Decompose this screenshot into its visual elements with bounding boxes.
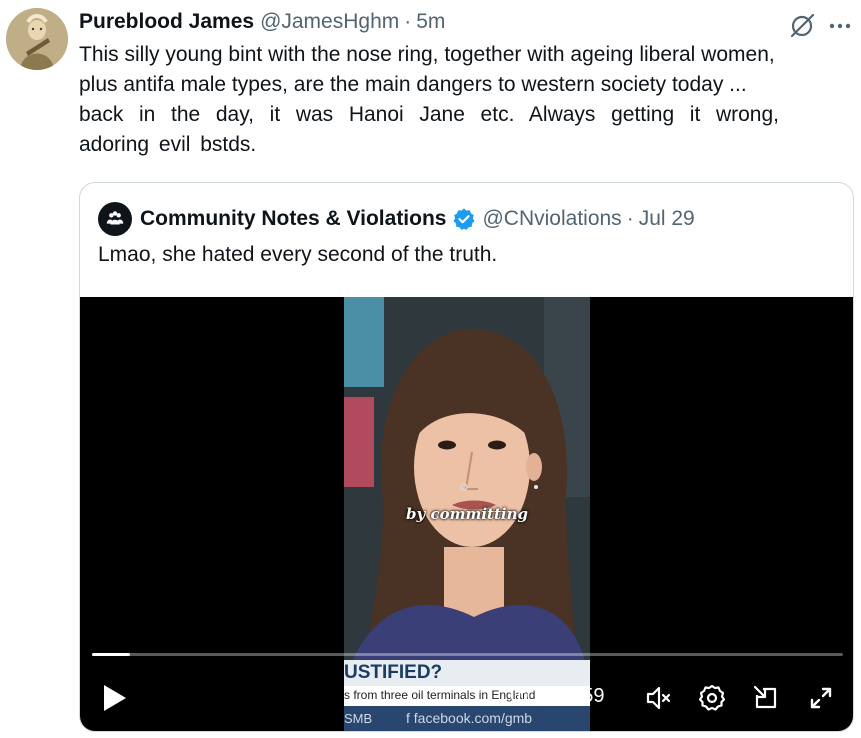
- post-header: Pureblood James @JamesHghm · 5m: [79, 10, 445, 38]
- author-name[interactable]: Pureblood James: [79, 10, 254, 34]
- lower-third-title: USTIFIED?: [344, 662, 443, 683]
- post-text-line: back in the day, it was Hanoi Jane etc. …: [79, 103, 779, 126]
- video-time-current: 0:03: [510, 685, 549, 707]
- video-time-total: 0:59: [565, 685, 605, 707]
- video-frame[interactable]: by committing USTIFIED? s from three oil…: [344, 297, 590, 731]
- video-time: 0:03 / 0:59: [510, 685, 605, 708]
- more-icon[interactable]: [826, 12, 854, 40]
- fullscreen-icon[interactable]: [806, 683, 836, 713]
- separator-dot: ·: [626, 207, 634, 230]
- separator-dot: ·: [404, 10, 412, 33]
- lower-third-subtitle: s from three oil terminals in England: [344, 688, 536, 702]
- grok-icon[interactable]: [788, 12, 816, 40]
- video-player[interactable]: by committing USTIFIED? s from three oil…: [80, 297, 853, 731]
- quote-author-handle[interactable]: @CNviolations: [482, 207, 621, 231]
- video-time-separator: /: [554, 685, 561, 707]
- quote-header: Community Notes & Violations @CNviolatio…: [98, 202, 695, 236]
- settings-icon[interactable]: [697, 683, 727, 713]
- lower-third-facebook: f facebook.com/gmb: [406, 710, 533, 726]
- author-handle[interactable]: @JamesHghm: [260, 10, 399, 34]
- quote-author-name[interactable]: Community Notes & Violations: [140, 207, 446, 231]
- quoted-post-card[interactable]: Community Notes & Violations @CNviolatio…: [79, 182, 854, 732]
- quote-text: Lmao, she hated every second of the trut…: [98, 243, 498, 266]
- avatar[interactable]: [6, 8, 68, 70]
- post-text-line: This silly young bint with the nose ring…: [79, 43, 775, 66]
- video-progress-fill: [92, 653, 130, 656]
- mute-icon[interactable]: [644, 683, 674, 713]
- post-text: This silly young bint with the nose ring…: [79, 40, 849, 160]
- community-notes-avatar-icon[interactable]: [98, 202, 132, 236]
- post-text-line: plus antifa male types, are the main dan…: [79, 73, 747, 96]
- verified-badge-icon: [453, 208, 475, 230]
- play-icon[interactable]: [100, 682, 130, 714]
- video-subtitle: by committing: [406, 505, 528, 523]
- post-text-line: adoring evil bstds.: [79, 133, 257, 156]
- pip-icon[interactable]: [751, 683, 781, 713]
- quote-date[interactable]: Jul 29: [639, 207, 695, 231]
- post-time[interactable]: 5m: [416, 10, 445, 34]
- lower-third-gmb: SMB: [344, 711, 373, 726]
- video-progress-bar[interactable]: [92, 653, 843, 656]
